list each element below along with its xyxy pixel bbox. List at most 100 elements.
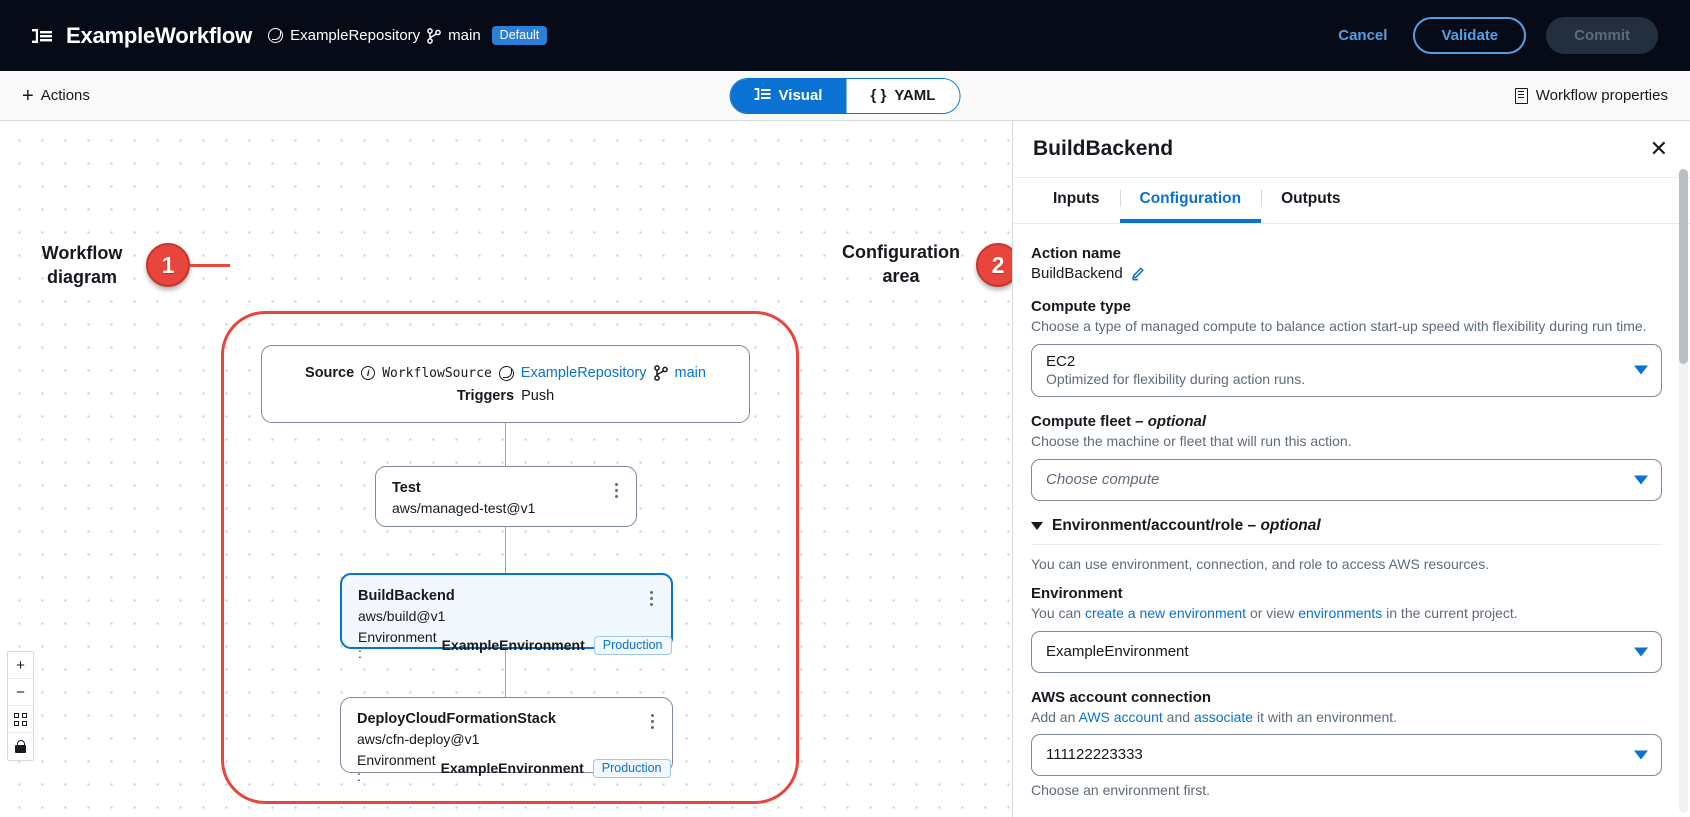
environment-value: ExampleEnvironment — [1046, 643, 1189, 660]
compute-type-description: Choose a type of managed compute to bala… — [1031, 317, 1662, 337]
workflow-canvas[interactable]: Workflow diagram 1 Source i WorkflowSour… — [0, 121, 1012, 817]
repository-icon — [499, 366, 514, 381]
action-node-menu-icon[interactable] — [644, 711, 660, 731]
action-node-buildbackend[interactable]: BuildBackend aws/build@v1 Environment : … — [340, 573, 673, 649]
info-icon[interactable]: i — [361, 366, 375, 380]
close-icon[interactable]: ✕ — [1650, 138, 1668, 160]
compute-fleet-select[interactable]: Choose compute — [1031, 459, 1662, 501]
environment-section-description: You can use environment, connection, and… — [1031, 555, 1662, 575]
connector-source-test — [505, 423, 506, 466]
panel-scrollbar[interactable] — [1679, 169, 1688, 813]
source-repository-link[interactable]: ExampleRepository — [521, 365, 647, 381]
source-label: Source — [305, 365, 354, 381]
tab-yaml-label: YAML — [894, 87, 935, 104]
compute-fleet-placeholder: Choose compute — [1046, 471, 1159, 488]
source-branch-link[interactable]: main — [675, 365, 706, 381]
action-node-environment-badge: Production — [594, 636, 672, 655]
panel-title: BuildBackend — [1033, 137, 1173, 161]
view-environments-link[interactable]: environments — [1298, 605, 1382, 621]
chevron-down-icon — [1634, 366, 1648, 375]
workflow-properties-button[interactable]: Workflow properties — [1515, 87, 1668, 104]
branch-name: main — [448, 27, 481, 44]
annotation-2-label: Configuration area — [830, 241, 972, 289]
action-node-name: BuildBackend — [358, 588, 655, 604]
source-node[interactable]: Source i WorkflowSource ExampleRepositor… — [261, 345, 750, 423]
environment-section-expander[interactable]: Environment/account/role – optional — [1031, 517, 1662, 535]
environment-section: Environment/account/role – optional You … — [1031, 517, 1662, 575]
chevron-down-icon — [1634, 475, 1648, 484]
action-node-environment-label: Environment : — [357, 752, 436, 784]
view-mode-switcher: Visual { } YAML — [730, 78, 961, 114]
aws-account-select[interactable]: 111122223333 — [1031, 734, 1662, 776]
source-node-primary-row: Source i WorkflowSource ExampleRepositor… — [305, 365, 706, 382]
environment-section-label: Environment/account/role – optional — [1052, 517, 1321, 535]
panel-scrollbar-thumb[interactable] — [1679, 169, 1688, 364]
page-title: ExampleWorkflow — [66, 23, 252, 49]
editor-toolbar: + Actions Visual { } — [0, 71, 1690, 121]
canvas-zoom-controls: + − — [7, 651, 34, 761]
plus-icon: + — [22, 86, 34, 106]
aws-account-label: AWS account connection — [1031, 689, 1662, 706]
chevron-down-icon — [1634, 751, 1648, 760]
action-node-environment-row: Environment : ExampleEnvironment Product… — [358, 629, 655, 661]
annotation-1-label: Workflow diagram — [18, 242, 146, 290]
action-node-ref: aws/managed-test@v1 — [392, 500, 620, 516]
default-branch-badge: Default — [492, 26, 548, 45]
compute-type-select[interactable]: EC2 Optimized for flexibility during act… — [1031, 344, 1662, 397]
action-node-name: DeployCloudFormationStack — [357, 711, 656, 727]
action-name-value: BuildBackend — [1031, 265, 1123, 282]
branch-icon — [654, 365, 668, 382]
tab-inputs[interactable]: Inputs — [1033, 178, 1120, 223]
panel-content: Action name BuildBackend Compute type Ch… — [1013, 225, 1690, 817]
panel-header: BuildBackend ✕ — [1013, 121, 1690, 178]
action-name-value-row: BuildBackend — [1031, 265, 1662, 282]
tab-configuration[interactable]: Configuration — [1120, 178, 1262, 223]
action-name-field: Action name BuildBackend — [1031, 245, 1662, 282]
tab-outputs[interactable]: Outputs — [1261, 178, 1360, 223]
action-node-test[interactable]: Test aws/managed-test@v1 — [375, 466, 637, 527]
aws-account-link[interactable]: AWS account — [1079, 709, 1163, 725]
action-node-deploycloudformationstack[interactable]: DeployCloudFormationStack aws/cfn-deploy… — [340, 697, 673, 773]
fit-to-screen-icon[interactable] — [8, 706, 33, 733]
pencil-icon[interactable] — [1131, 266, 1146, 281]
action-node-environment-badge: Production — [593, 759, 671, 778]
compute-fleet-field: Compute fleet – optional Choose the mach… — [1031, 413, 1662, 501]
cancel-button[interactable]: Cancel — [1332, 19, 1393, 52]
compute-type-field: Compute type Choose a type of managed co… — [1031, 298, 1662, 397]
chevron-down-icon — [1634, 647, 1648, 656]
repository-icon — [268, 28, 283, 43]
repository-name: ExampleRepository — [290, 27, 420, 44]
action-node-menu-icon[interactable] — [643, 588, 659, 608]
header-actions-group: Cancel Validate Commit — [1332, 17, 1690, 54]
workflow-menu-icon[interactable] — [32, 27, 54, 45]
tab-visual[interactable]: Visual — [731, 79, 847, 113]
compute-fleet-description: Choose the machine or fleet that will ru… — [1031, 432, 1662, 452]
action-node-environment-label: Environment : — [358, 629, 437, 661]
action-name-label: Action name — [1031, 245, 1662, 262]
zoom-in-icon[interactable]: + — [8, 652, 33, 679]
add-actions-button[interactable]: + Actions — [14, 80, 98, 112]
validate-button[interactable]: Validate — [1413, 17, 1526, 54]
associate-link[interactable]: associate — [1194, 709, 1253, 725]
triggers-value: Push — [521, 388, 554, 404]
actions-label: Actions — [41, 87, 90, 104]
source-node-triggers-row: Triggers Push — [457, 388, 554, 404]
create-environment-link[interactable]: create a new environment — [1085, 605, 1246, 621]
aws-account-helper-text: Choose an environment first. — [1031, 782, 1662, 798]
environment-description: You can create a new environment or view… — [1031, 604, 1662, 624]
environment-select[interactable]: ExampleEnvironment — [1031, 631, 1662, 673]
tab-yaml[interactable]: { } YAML — [846, 79, 959, 113]
annotation-1-leader-line — [190, 264, 230, 267]
aws-account-value: 111122223333 — [1046, 746, 1143, 763]
environment-label: Environment — [1031, 585, 1662, 602]
properties-document-icon — [1515, 88, 1528, 104]
connector-test-build — [505, 527, 506, 573]
zoom-out-icon[interactable]: − — [8, 679, 33, 706]
lock-icon[interactable] — [8, 733, 33, 760]
compute-type-label: Compute type — [1031, 298, 1662, 315]
workflow-editor-page: ExampleWorkflow ExampleRepository main D… — [0, 0, 1690, 817]
aws-account-connection-field: AWS account connection Add an AWS accoun… — [1031, 689, 1662, 799]
action-node-menu-icon[interactable] — [608, 480, 624, 500]
tab-visual-label: Visual — [779, 87, 823, 104]
commit-button[interactable]: Commit — [1546, 17, 1658, 54]
